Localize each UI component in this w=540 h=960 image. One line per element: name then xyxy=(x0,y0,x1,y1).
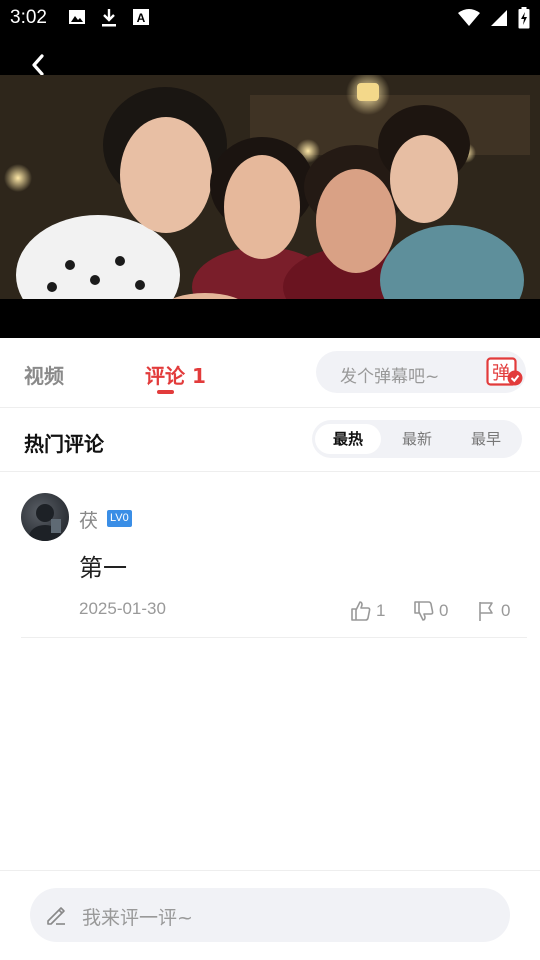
comment-divider xyxy=(21,637,527,638)
comment-composer: 我来评一评~ xyxy=(0,870,540,960)
pen-icon xyxy=(47,907,65,925)
dislike-count: 0 xyxy=(439,601,449,620)
danmaku-toggle-icon[interactable]: 弹 xyxy=(486,357,524,387)
tab-comments[interactable]: 评论 1 xyxy=(145,360,206,389)
report-button[interactable]: 0 xyxy=(477,600,510,622)
status-time: 3:02 xyxy=(10,7,47,28)
hot-comments-header: 热门评论 最热 最新 最早 xyxy=(0,409,540,472)
danmaku-glyph: 弹 xyxy=(492,363,510,384)
sort-switch: 最热 最新 最早 xyxy=(312,420,522,458)
wifi-icon xyxy=(458,9,480,26)
battery-icon xyxy=(518,7,530,29)
danmaku-input[interactable]: 发个弹幕吧~ 弹 xyxy=(316,351,526,393)
like-count: 1 xyxy=(376,601,386,620)
status-bar: 3:02 A xyxy=(0,0,540,36)
comment-text: 第一 xyxy=(79,554,127,582)
comment-username[interactable]: 茯 xyxy=(79,506,98,533)
like-button[interactable]: 1 xyxy=(350,600,385,622)
avatar[interactable] xyxy=(21,493,69,541)
font-icon: A xyxy=(133,9,149,25)
image-icon xyxy=(69,10,85,24)
danmaku-placeholder: 发个弹幕吧~ xyxy=(340,367,440,387)
video-frame xyxy=(0,75,540,299)
status-right-icons xyxy=(458,7,530,29)
sort-option-oldest[interactable]: 最早 xyxy=(453,424,519,454)
comment-input[interactable]: 我来评一评~ xyxy=(30,888,510,942)
sort-option-newest[interactable]: 最新 xyxy=(384,424,450,454)
video-player[interactable] xyxy=(0,36,540,338)
sort-option-hot[interactable]: 最热 xyxy=(315,424,381,454)
svg-text:A: A xyxy=(137,11,146,25)
status-left-icons: A xyxy=(68,8,150,28)
content-tabs: 视频 评论 1 发个弹幕吧~ 弹 xyxy=(0,338,540,408)
hot-comments-title: 热门评论 xyxy=(24,432,104,456)
thumbs-down-icon xyxy=(414,601,434,621)
level-badge: LV0 xyxy=(107,510,132,527)
comment-date: 2025-01-30 xyxy=(79,599,166,618)
thumbs-up-icon xyxy=(351,601,371,621)
signal-icon xyxy=(491,10,507,26)
download-icon xyxy=(102,9,116,27)
report-count: 0 xyxy=(501,601,511,620)
comment-input-placeholder: 我来评一评~ xyxy=(82,907,193,929)
tab-video[interactable]: 视频 xyxy=(24,360,64,389)
active-tab-indicator xyxy=(157,390,174,394)
comment-item: 茯 LV0 第一 2025-01-30 1 0 0 xyxy=(0,472,540,639)
flag-icon xyxy=(479,602,493,621)
dislike-button[interactable]: 0 xyxy=(413,600,448,622)
video-still xyxy=(0,75,540,299)
